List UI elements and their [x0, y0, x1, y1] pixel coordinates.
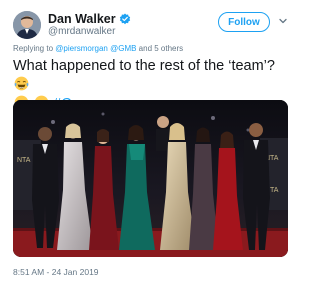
chevron-down-icon[interactable] [278, 16, 288, 26]
reply-suffix[interactable]: and 5 others [139, 44, 183, 53]
red-carpet-photo-image: NTA NTA NTA [13, 100, 288, 257]
face-with-tears-of-joy-icon [14, 76, 29, 91]
avatar[interactable] [13, 11, 41, 39]
author-display-name[interactable]: Dan Walker [48, 11, 116, 27]
verified-badge-icon [119, 13, 130, 25]
reply-prefix: Replying to [13, 44, 54, 53]
reply-mention-link[interactable]: @GMB [110, 44, 136, 53]
author-handle[interactable]: @mrdanwalker [48, 26, 115, 38]
tweet-body-text: What happened to the rest of the ‘team’? [13, 58, 275, 74]
author-name-row[interactable]: Dan Walker [48, 11, 131, 27]
tweet-card: Dan Walker @mrdanwalker Follow Replying … [0, 0, 300, 291]
reply-mention-link[interactable]: @piersmorgan [55, 44, 108, 53]
follow-button[interactable]: Follow [218, 12, 270, 32]
tweet-timestamp[interactable]: 8:51 AM - 24 Jan 2019 [13, 267, 99, 277]
backdrop-sign-text: NTA [17, 157, 31, 164]
tweet-photo[interactable]: NTA NTA NTA [13, 100, 288, 257]
reply-context: Replying to @piersmorgan @GMB and 5 othe… [13, 44, 183, 54]
